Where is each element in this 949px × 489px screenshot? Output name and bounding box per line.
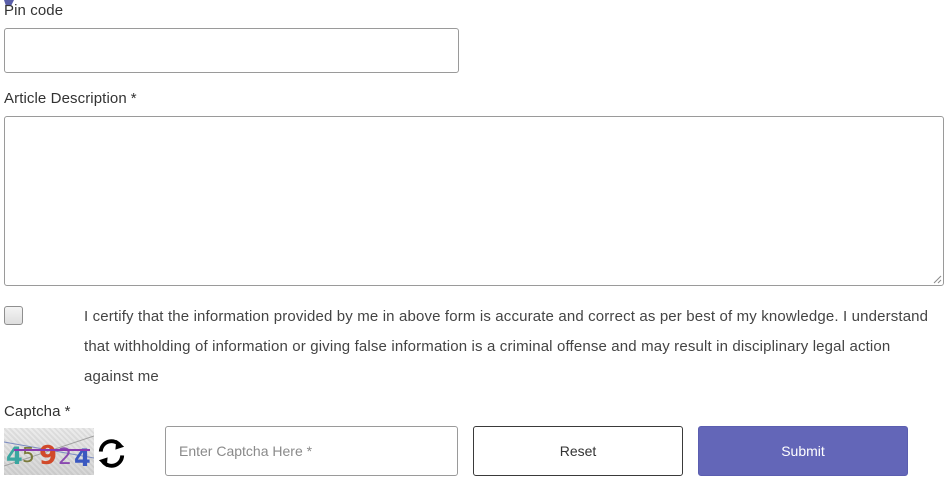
required-marker: * bbox=[130, 90, 137, 107]
certify-statement: I certify that the information provided … bbox=[84, 308, 929, 385]
article-description-label: Article Description * bbox=[4, 90, 137, 107]
captcha-char: 4 bbox=[6, 442, 23, 470]
article-description-textarea[interactable] bbox=[4, 116, 944, 286]
captcha-char: 2 bbox=[58, 445, 72, 470]
captcha-graphic: 4 5 9 2 4 bbox=[4, 435, 94, 472]
captcha-label: Captcha * bbox=[4, 403, 71, 420]
article-description-label-text: Article Description bbox=[4, 90, 127, 107]
pin-code-input[interactable] bbox=[4, 28, 459, 73]
captcha-char: 9 bbox=[39, 441, 57, 471]
captcha-char: 5 bbox=[22, 443, 35, 467]
captcha-label-text: Captcha bbox=[4, 403, 61, 420]
pin-code-label-text: Pin code bbox=[4, 2, 64, 19]
textarea-resize-grip-icon[interactable] bbox=[932, 274, 942, 284]
pin-code-label: Pin code bbox=[4, 2, 63, 19]
captcha-input[interactable] bbox=[165, 426, 458, 476]
certify-checkbox[interactable] bbox=[4, 306, 23, 325]
reset-button[interactable]: Reset bbox=[473, 426, 683, 476]
refresh-captcha-icon[interactable] bbox=[95, 437, 128, 470]
article-form-page: Pin code Article Description * I certify … bbox=[0, 0, 949, 489]
required-marker: * bbox=[64, 403, 71, 420]
captcha-image: 4 5 9 2 4 bbox=[4, 428, 94, 475]
submit-button[interactable]: Submit bbox=[698, 426, 908, 476]
captcha-char: 4 bbox=[74, 444, 91, 472]
